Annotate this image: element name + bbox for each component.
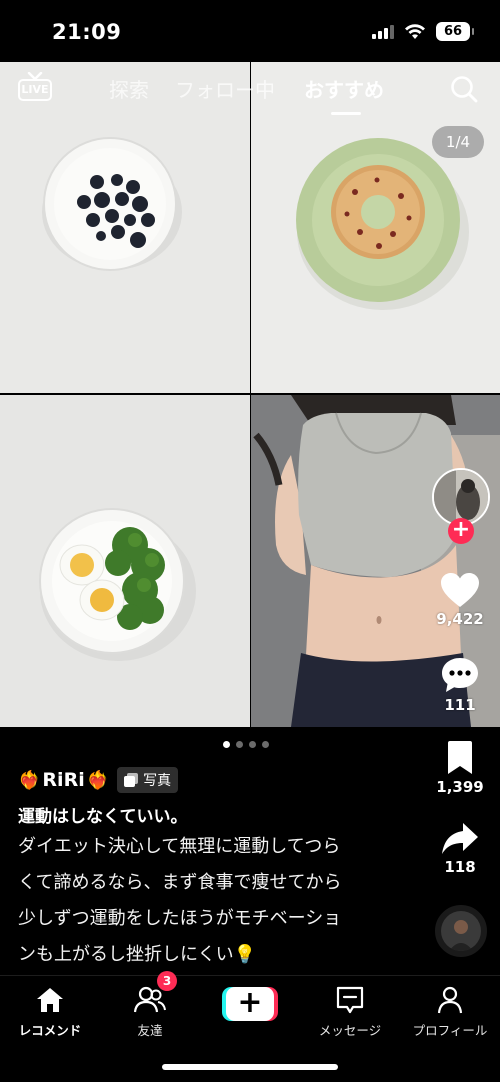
create-icon: + — [226, 987, 274, 1021]
search-icon[interactable] — [450, 75, 478, 103]
nav-home-label: レコメンド — [18, 1023, 82, 1038]
carousel-dot — [236, 741, 243, 748]
music-cover-icon — [441, 911, 481, 951]
post-body-line: くて諦めるなら、まず食事で痩せてから — [18, 872, 342, 893]
nav-profile-label: プロフィール — [412, 1023, 488, 1038]
nav-profile[interactable]: プロフィール — [400, 986, 500, 1039]
top-nav: LIVE 探索 フォロー中 おすすめ — [0, 62, 500, 118]
carousel-dot — [249, 741, 256, 748]
post-caption: ❤️‍🔥 RiRi ❤️‍🔥 写真 運動はしなくていい。 ダイエット決心して無理… — [18, 764, 418, 973]
nav-inbox[interactable]: メッセージ — [300, 986, 400, 1039]
home-indicator — [162, 1064, 338, 1070]
bookmark-icon — [448, 741, 472, 774]
photo-stack-icon — [124, 773, 139, 787]
share-icon — [442, 823, 478, 854]
carousel-dots — [223, 741, 269, 748]
comment-button[interactable]: 111 — [420, 656, 500, 714]
author-name: RiRi — [42, 769, 85, 791]
home-icon — [37, 988, 63, 1012]
active-tab-indicator — [331, 112, 361, 115]
nav-friends[interactable]: 友達 — [100, 986, 200, 1039]
heart-icon — [441, 573, 479, 607]
heart-on-fire-icon: ❤️‍🔥 — [86, 769, 110, 791]
page-counter: 1/4 — [432, 126, 484, 158]
status-bar: 21:09 66 — [0, 0, 500, 62]
nav-home[interactable]: レコメンド — [0, 986, 100, 1039]
tab-explore[interactable]: 探索 — [109, 74, 149, 103]
post-body-line: 少しずつ運動をしたほうがモチベーショ — [18, 908, 342, 929]
signal-icon — [372, 24, 394, 39]
heart-on-fire-icon: ❤️‍🔥 — [18, 769, 41, 791]
carousel-dot-active — [223, 741, 230, 748]
nav-friends-label: 友達 — [137, 1023, 163, 1038]
nav-inbox-label: メッセージ — [318, 1023, 382, 1038]
author-row: ❤️‍🔥 RiRi ❤️‍🔥 写真 — [18, 764, 418, 796]
photo-tile-eggs-broccoli — [0, 395, 250, 727]
friends-notification-badge: 3 — [157, 971, 177, 991]
like-button[interactable]: 9,422 — [420, 572, 500, 628]
status-icons: 66 — [372, 22, 474, 41]
carousel-dot — [262, 741, 269, 748]
music-disc[interactable] — [435, 905, 487, 957]
post-body-line: ダイエット決心して無理に運動してつら — [18, 836, 341, 857]
comment-count: 111 — [444, 696, 476, 714]
live-icon[interactable]: LIVE — [18, 72, 52, 104]
profile-icon — [437, 986, 463, 1014]
battery-indicator: 66 — [436, 22, 474, 41]
follow-button[interactable]: + — [448, 518, 474, 544]
wifi-icon — [405, 23, 425, 39]
inbox-icon — [336, 986, 364, 1014]
post-body-line: ンも上がるし挫折しにくい💡 — [18, 944, 257, 965]
share-count: 118 — [444, 858, 476, 876]
author-name-link[interactable]: ❤️‍🔥 RiRi ❤️‍🔥 — [18, 769, 109, 791]
friends-icon — [133, 986, 166, 1013]
post-body[interactable]: ダイエット決心して無理に運動してつら くて諦めるなら、まず食事で痩せてから 少し… — [18, 829, 418, 973]
photo-type-badge: 写真 — [117, 767, 179, 793]
bookmark-count: 1,399 — [436, 778, 484, 796]
bookmark-button[interactable]: 1,399 — [420, 740, 500, 796]
post-title: 運動はしなくていい。 — [18, 807, 188, 827]
status-time: 21:09 — [52, 20, 122, 44]
create-button[interactable]: + — [222, 987, 278, 1021]
comment-icon — [442, 658, 478, 692]
tab-following[interactable]: フォロー中 — [175, 74, 275, 103]
share-button[interactable]: 118 — [420, 822, 500, 876]
like-count: 9,422 — [436, 610, 484, 628]
tab-for-you[interactable]: おすすめ — [304, 74, 384, 103]
photo-type-label: 写真 — [143, 773, 172, 789]
live-label: LIVE — [18, 79, 52, 101]
